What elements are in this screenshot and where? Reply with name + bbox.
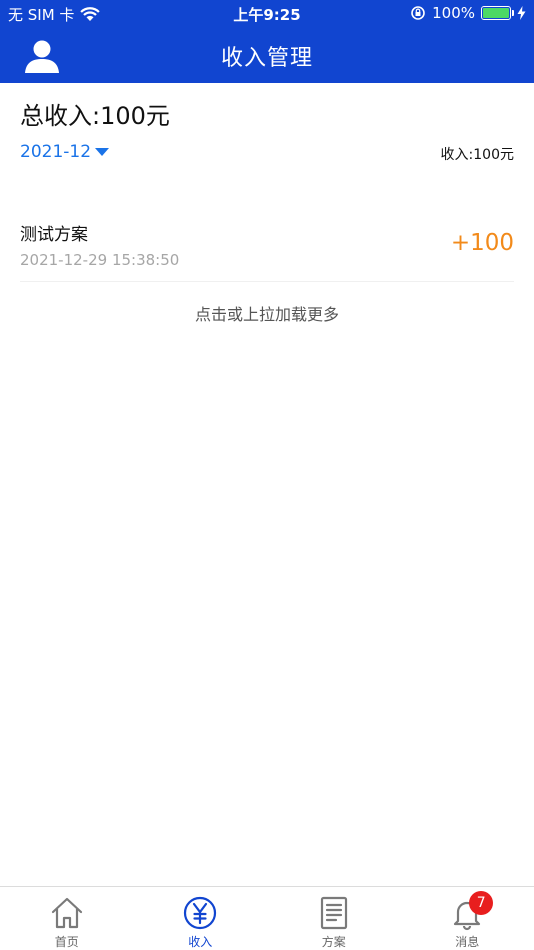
yen-icon: [184, 896, 217, 930]
unread-badge: 7: [469, 891, 494, 915]
tab-label: 方案: [321, 935, 346, 949]
tab-plans[interactable]: 方案: [267, 887, 401, 950]
nav-bar: 收入管理: [0, 28, 534, 83]
document-icon: [320, 896, 347, 930]
charging-icon: [517, 6, 526, 20]
battery-percent: 100%: [432, 4, 475, 22]
battery-fill: [483, 8, 509, 18]
tab-label: 消息: [455, 935, 480, 949]
total-income: 总收入:100元: [20, 102, 170, 130]
app-root: 无 SIM 卡 上午9:25 100% 收入管理 总收入:100元 2021-1…: [0, 0, 534, 950]
tab-label: 收入: [188, 935, 213, 949]
record-time: 2021-12-29 15:38:50: [20, 251, 180, 269]
battery-icon: [481, 6, 514, 20]
record-name: 测试方案: [20, 225, 88, 245]
month-value: 2021-12: [20, 142, 92, 162]
tab-messages[interactable]: 7 消息: [401, 887, 534, 950]
month-income: 收入:100元: [440, 147, 514, 163]
header: 无 SIM 卡 上午9:25 100% 收入管理: [0, 0, 534, 83]
load-more-button[interactable]: 点击或上拉加载更多: [0, 301, 534, 325]
tab-label: 首页: [54, 935, 79, 949]
status-bar: 无 SIM 卡 上午9:25 100%: [0, 0, 534, 28]
tab-home[interactable]: 首页: [0, 887, 134, 950]
tab-bar: 首页 收入 方案 7 消息: [0, 886, 534, 950]
record-amount: +100: [450, 230, 514, 256]
list-item[interactable]: 测试方案 2021-12-29 15:38:50 +100: [20, 208, 514, 282]
home-icon: [51, 897, 82, 929]
orientation-lock-icon: [411, 6, 425, 20]
page-title: 收入管理: [220, 46, 313, 71]
caret-down-icon: [95, 148, 110, 156]
tab-income[interactable]: 收入: [134, 887, 268, 950]
status-right: 100%: [410, 4, 526, 22]
month-picker[interactable]: 2021-12: [20, 142, 110, 162]
